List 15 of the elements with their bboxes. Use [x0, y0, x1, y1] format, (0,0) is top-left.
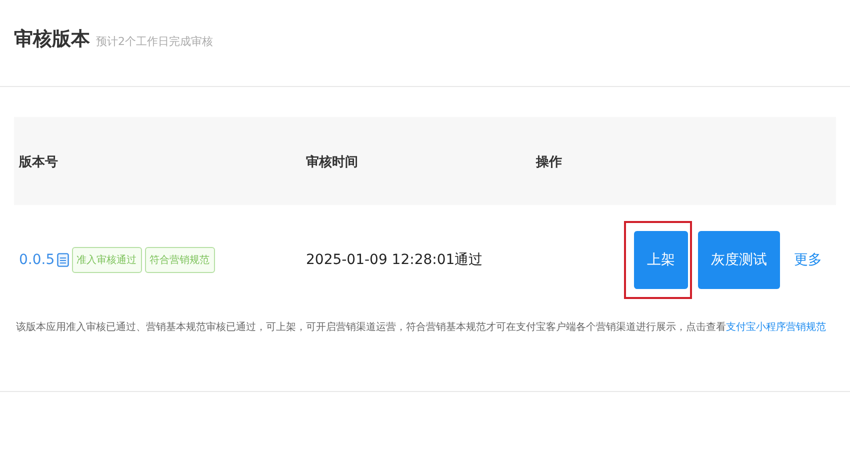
canary-test-button[interactable]: 灰度测试 [698, 231, 780, 289]
version-number: 0.0.5 [19, 252, 55, 268]
column-header: 操作 [536, 155, 562, 170]
column-header: 审核时间 [306, 155, 358, 170]
review-time: 2025-01-09 12:28:01通过 [306, 251, 483, 269]
section-title: 审核版本 [14, 27, 90, 52]
status-tag: 准入审核通过 [72, 247, 142, 273]
status-tag: 符合营销规范 [144, 247, 215, 273]
more-link[interactable]: 更多 [794, 251, 822, 269]
rules-link[interactable]: 支付宝小程序营销规范 [726, 322, 826, 333]
column-header: 版本号 [19, 155, 58, 170]
document-icon[interactable] [56, 253, 69, 267]
review-note: 该版本应用准入审核已通过、营销基本规范审核已通过，可上架，可开启营销渠道运营，符合营销基本规范才可在支付宝客户端各个营销渠道进行展示，点击查看支付宝小程序营销规范 [16, 321, 826, 335]
section-subtitle: 预计2个工作日完成审核 [96, 34, 213, 49]
list-button[interactable]: 上架 [634, 231, 688, 289]
